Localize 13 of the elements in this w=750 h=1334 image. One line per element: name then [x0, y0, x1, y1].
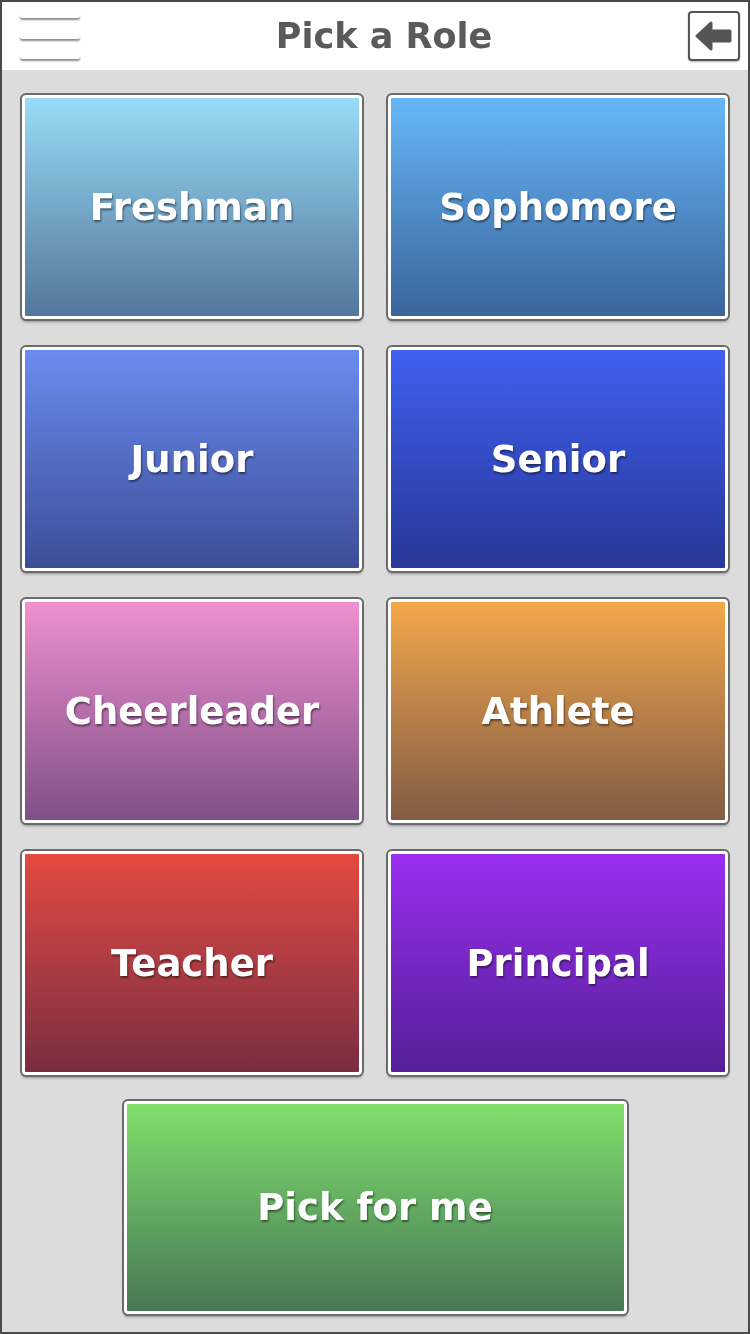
- role-button[interactable]: Teacher: [22, 851, 362, 1075]
- role-button[interactable]: Senior: [388, 347, 728, 571]
- role-button[interactable]: Sophomore: [388, 95, 728, 319]
- role-button[interactable]: Athlete: [388, 599, 728, 823]
- back-button[interactable]: [688, 11, 740, 61]
- role-button[interactable]: Cheerleader: [22, 599, 362, 823]
- role-button[interactable]: Pick for me: [123, 1101, 627, 1314]
- role-button[interactable]: Freshman: [22, 95, 362, 319]
- role-button[interactable]: Junior: [22, 347, 362, 571]
- role-button[interactable]: Principal: [388, 851, 728, 1075]
- page-title: Pick a Role: [275, 16, 493, 56]
- menu-icon[interactable]: [20, 13, 80, 59]
- arrow-left-icon: [695, 21, 733, 51]
